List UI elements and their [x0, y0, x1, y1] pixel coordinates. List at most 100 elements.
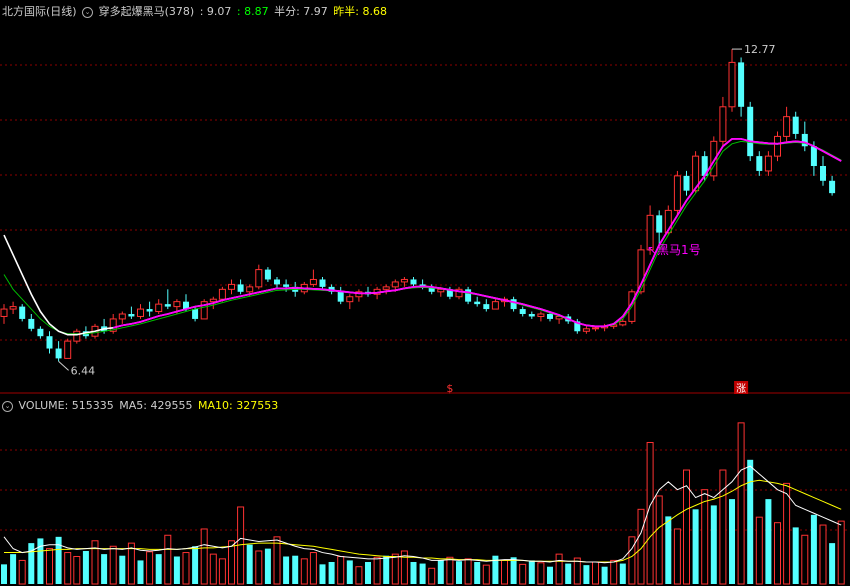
volume-header: ⌄ VOLUME: 515335 MA5: 429555 MA10: 32755… — [2, 399, 280, 413]
indicator-value-1: : 9.07 — [199, 5, 232, 18]
marker-zhang: 涨 — [736, 383, 746, 395]
volume-bar — [1, 564, 7, 584]
volume-bar — [246, 544, 253, 584]
candle-body — [37, 328, 44, 337]
candle-body — [582, 328, 590, 332]
volume-bar — [655, 495, 663, 585]
volume-bar — [209, 553, 217, 585]
volume-bar — [528, 560, 535, 584]
candle-body — [747, 106, 754, 157]
volume-bar — [273, 536, 281, 585]
volume-bar — [383, 555, 390, 584]
candle-body — [719, 106, 727, 142]
candle-body — [73, 330, 81, 342]
volume-bar — [109, 545, 117, 585]
candle-body — [283, 284, 290, 287]
candle-body — [792, 116, 799, 134]
candle-body — [619, 320, 627, 326]
candle-body — [218, 288, 226, 300]
candle-body — [728, 61, 736, 108]
candle-body — [146, 309, 153, 312]
volume-bar — [309, 552, 317, 585]
volume-bar — [737, 422, 745, 585]
candle-body — [756, 156, 763, 171]
volume-bar — [719, 469, 727, 585]
volume-bar — [610, 559, 618, 585]
candle-body — [209, 298, 217, 303]
volume-bar — [710, 505, 717, 584]
volume-bar — [519, 563, 527, 585]
candle-body — [510, 299, 517, 310]
volume-bar — [765, 499, 772, 584]
candle-body — [474, 301, 481, 305]
candle-body — [164, 304, 171, 307]
volume-bar — [200, 528, 208, 585]
volume-bar — [192, 546, 199, 584]
volume-bar — [73, 555, 81, 585]
candle-body — [547, 314, 553, 319]
candle-body — [382, 286, 390, 290]
volume-bar — [747, 459, 754, 584]
settings-toggle-icon[interactable]: ⌄ — [82, 6, 94, 18]
candle-body — [128, 314, 135, 317]
low-label: 6.44 — [71, 364, 96, 377]
volume-bar — [46, 548, 53, 585]
volume-bar — [601, 566, 608, 584]
volume-bar — [127, 542, 135, 585]
candle-body — [829, 180, 836, 194]
volume-bar — [373, 556, 381, 585]
volume-bar — [292, 555, 299, 584]
volume-bar — [474, 561, 481, 584]
kline-chart: 12.77 6.44 ↖黑马1号 $ 涨 — [0, 43, 850, 585]
candle-body — [483, 304, 490, 310]
volume-bars — [1, 422, 845, 585]
candle-body — [537, 313, 545, 317]
candle-body — [683, 175, 690, 191]
volume-bar — [137, 560, 144, 584]
volume-bar — [228, 540, 235, 585]
price-candles — [0, 49, 836, 362]
volume-bar — [446, 556, 454, 585]
candle-body — [337, 291, 344, 302]
indicator-value-2: : 8.87 — [236, 5, 269, 18]
volume-bar — [410, 561, 417, 584]
volume-bar — [218, 558, 226, 585]
volume-bar — [264, 548, 271, 584]
candle-body — [528, 314, 535, 317]
volume-bar — [573, 557, 581, 585]
candle-body — [137, 308, 144, 317]
volume-bar — [328, 561, 335, 584]
candle-body — [519, 309, 526, 314]
volume-bar — [792, 527, 799, 584]
candle-body — [810, 146, 817, 166]
volume-bar — [82, 550, 89, 584]
candle-body — [192, 309, 199, 319]
candle-body — [228, 283, 235, 290]
volume-bar — [300, 558, 308, 585]
half-value: 半分: 7.97 — [274, 5, 328, 18]
volume-bar — [391, 553, 399, 585]
volume-bar — [146, 551, 154, 585]
volume-bar — [729, 499, 735, 584]
candle-body — [391, 281, 399, 288]
volume-bar — [337, 555, 345, 585]
volume-value: VOLUME: 515335 — [18, 399, 114, 412]
candle-body — [783, 116, 791, 137]
volume-bar — [583, 565, 590, 584]
candle-body — [346, 296, 354, 303]
candle-body — [319, 279, 326, 287]
volume-bar — [565, 563, 572, 584]
candle-body — [764, 155, 772, 172]
volume-bar — [673, 528, 681, 585]
candle-body — [246, 286, 254, 293]
volume-bar — [283, 556, 290, 584]
volume-bar — [456, 561, 462, 584]
volume-bar — [628, 536, 636, 585]
volume-bar — [537, 562, 545, 585]
volume-bar — [28, 543, 35, 584]
volume-toggle-icon[interactable]: ⌄ — [2, 400, 13, 412]
marker-dollar: $ — [446, 382, 453, 395]
volume-bar — [555, 553, 563, 585]
volume-bar — [837, 520, 845, 585]
candle-body — [774, 135, 781, 157]
